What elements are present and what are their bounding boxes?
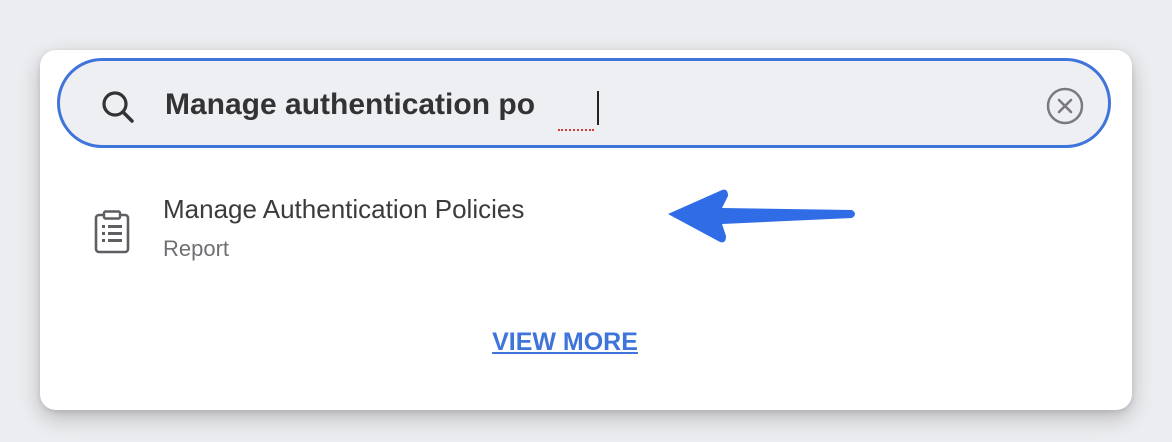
search-result-item[interactable]: Manage Authentication Policies Report <box>80 188 720 276</box>
arrow-left-icon <box>668 189 855 243</box>
search-icon <box>102 91 134 123</box>
spellcheck-underline <box>558 129 594 131</box>
clear-search-icon[interactable] <box>1045 86 1085 126</box>
report-document-icon <box>94 210 130 254</box>
result-type: Report <box>163 236 230 261</box>
search-bar[interactable] <box>57 58 1111 148</box>
view-more-link[interactable]: VIEW MORE <box>40 328 1090 357</box>
text-caret <box>597 91 599 125</box>
search-input[interactable] <box>165 83 1005 127</box>
result-title: Manage Authentication Policies <box>163 194 525 224</box>
search-dropdown-panel: Manage Authentication Policies Report VI… <box>40 50 1132 410</box>
